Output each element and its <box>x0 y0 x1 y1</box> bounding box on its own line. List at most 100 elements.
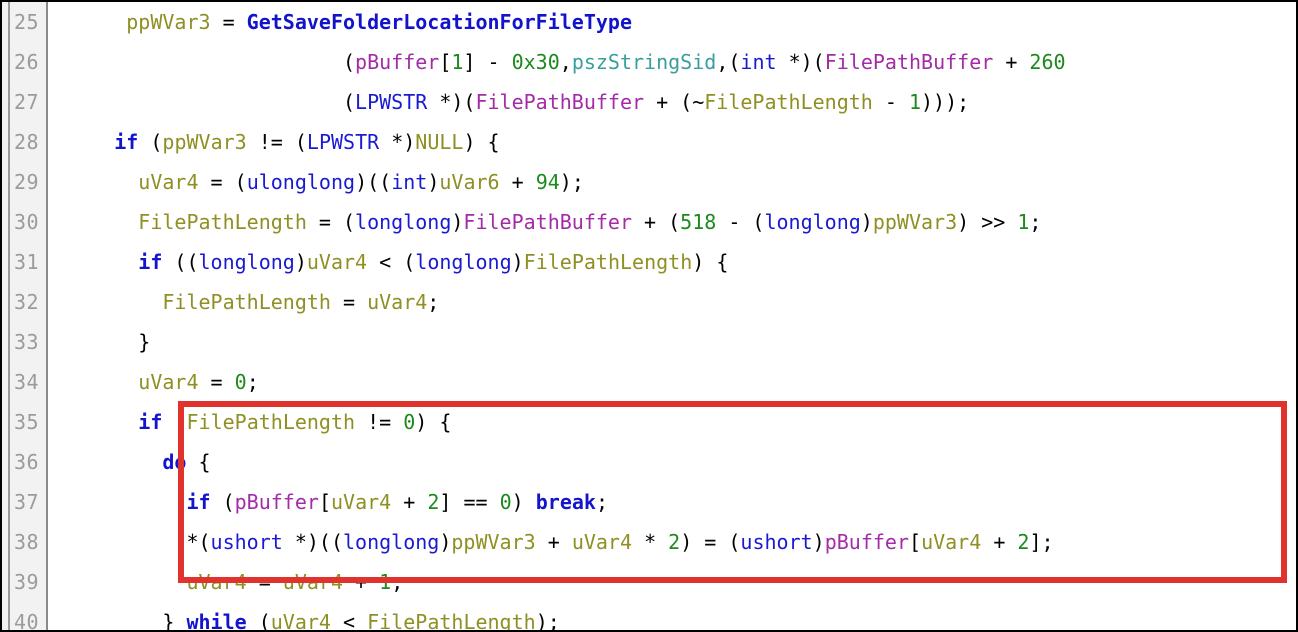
code-token: longlong <box>415 250 512 274</box>
code-token: uVar4 <box>186 570 247 594</box>
line-number: 25 <box>14 10 40 34</box>
code-token: + <box>981 530 1018 554</box>
code-token: != ( <box>246 130 307 154</box>
code-token: ; <box>595 490 608 514</box>
code-token: { <box>186 450 211 474</box>
code-line[interactable]: *(ushort *)((longlong)ppWVar3 + uVar4 * … <box>48 522 1296 562</box>
code-token: ; <box>427 290 440 314</box>
code-token: + <box>343 570 380 594</box>
code-line[interactable]: FilePathLength = (longlong)FilePathBuffe… <box>48 202 1296 242</box>
code-line[interactable]: (LPWSTR *)(FilePathBuffer + (~FilePathLe… <box>48 82 1296 122</box>
code-token: *) <box>379 130 416 154</box>
line-number: 29 <box>14 170 40 194</box>
code-line[interactable]: (pBuffer[1] - 0x30,pszStringSid,(int *)(… <box>48 42 1296 82</box>
line-number: 36 <box>14 450 40 474</box>
code-line[interactable]: uVar4 = 0; <box>48 362 1296 402</box>
code-token: 0x30 <box>511 50 560 74</box>
code-token: ( <box>54 90 356 114</box>
line-number: 28 <box>14 130 40 154</box>
code-token: ) <box>812 530 825 554</box>
code-line[interactable]: ppWVar3 = GetSaveFolderLocationForFileTy… <box>48 2 1296 42</box>
code-token: break <box>535 490 596 514</box>
code-token: if <box>138 250 163 274</box>
code-token: ( <box>162 410 187 434</box>
code-token: + <box>499 170 536 194</box>
code-token: ppWVar3 <box>162 130 247 154</box>
code-token: uVar4 <box>367 290 428 314</box>
code-token: 0 <box>234 370 247 394</box>
gutter-row-list: 2526272829303132333435363738394041 <box>2 2 46 632</box>
code-token: 2 <box>427 490 440 514</box>
code-token: if <box>138 410 163 434</box>
code-token: *( <box>54 530 211 554</box>
code-token: + <box>535 530 572 554</box>
code-token: uVar4 <box>330 490 392 514</box>
code-listing-area[interactable]: ppWVar3 = GetSaveFolderLocationForFileTy… <box>48 2 1296 630</box>
code-token: uVar4 <box>571 530 633 554</box>
code-line[interactable]: if (ppWVar3 != (LPWSTR *)NULL) { <box>48 122 1296 162</box>
code-token: ) <box>860 210 873 234</box>
code-token: ] - <box>463 50 512 74</box>
code-token: ulonglong <box>246 170 356 194</box>
code-token: [ <box>439 50 452 74</box>
code-token: ] == <box>439 490 500 514</box>
code-token: 260 <box>1029 50 1066 74</box>
code-token: if <box>186 490 211 514</box>
code-token: LPWSTR <box>306 130 380 154</box>
line-number: 34 <box>14 370 40 394</box>
code-token: LPWSTR <box>355 90 428 114</box>
code-token: ; <box>1029 210 1042 234</box>
code-token: do <box>162 450 187 474</box>
code-token: ) <box>439 530 452 554</box>
code-token: FilePathLength <box>186 410 356 434</box>
code-token: ( <box>54 50 356 74</box>
code-token: ) = ( <box>680 530 741 554</box>
code-line[interactable]: if (pBuffer[uVar4 + 2] == 0) break; <box>48 482 1296 522</box>
code-token: 1 <box>379 570 392 594</box>
code-token: 0 <box>499 490 512 514</box>
code-token: < <box>330 610 368 630</box>
code-token: while <box>186 610 247 630</box>
line-number: 40 <box>14 610 40 632</box>
line-number: 32 <box>14 290 40 314</box>
line-number: 26 <box>14 50 40 74</box>
code-token: ppWVar3 <box>126 10 211 34</box>
code-token: ) <box>451 210 464 234</box>
line-number: 35 <box>14 410 40 434</box>
code-line[interactable]: } while (uVar4 < FilePathLength); <box>48 602 1296 630</box>
code-token: != <box>355 410 404 434</box>
code-line[interactable]: do { <box>48 442 1296 482</box>
code-token: ) <box>511 250 524 274</box>
code-token: )(( <box>355 170 392 194</box>
code-line[interactable]: uVar4 = (ulonglong)((int)uVar6 + 94); <box>48 162 1296 202</box>
code-line[interactable]: FilePathLength = uVar4; <box>48 282 1296 322</box>
code-token: ( <box>138 130 163 154</box>
line-number: 37 <box>14 490 40 514</box>
code-token: uVar6 <box>439 170 500 194</box>
code-line[interactable]: } <box>48 322 1296 362</box>
code-token: NULL <box>415 130 464 154</box>
code-token: 2 <box>668 530 681 554</box>
code-token: FilePathBuffer <box>824 50 994 74</box>
code-token: ppWVar3 <box>451 530 536 554</box>
code-token: uVar4 <box>282 570 344 594</box>
code-token: 1 <box>908 90 921 114</box>
code-line[interactable]: uVar4 = uVar4 + 1; <box>48 562 1296 602</box>
code-line[interactable]: if ((longlong)uVar4 < (longlong)FilePath… <box>48 242 1296 282</box>
code-token: uVar4 <box>138 370 199 394</box>
code-token: ]; <box>1029 530 1054 554</box>
code-token: ) <box>294 250 307 274</box>
code-token: GetSaveFolderLocationForFileType <box>246 10 632 34</box>
code-line[interactable]: if (FilePathLength != 0) { <box>48 402 1296 442</box>
code-token: 0 <box>403 410 416 434</box>
code-token: ); <box>535 610 560 630</box>
code-token: FilePathBuffer <box>463 210 632 234</box>
